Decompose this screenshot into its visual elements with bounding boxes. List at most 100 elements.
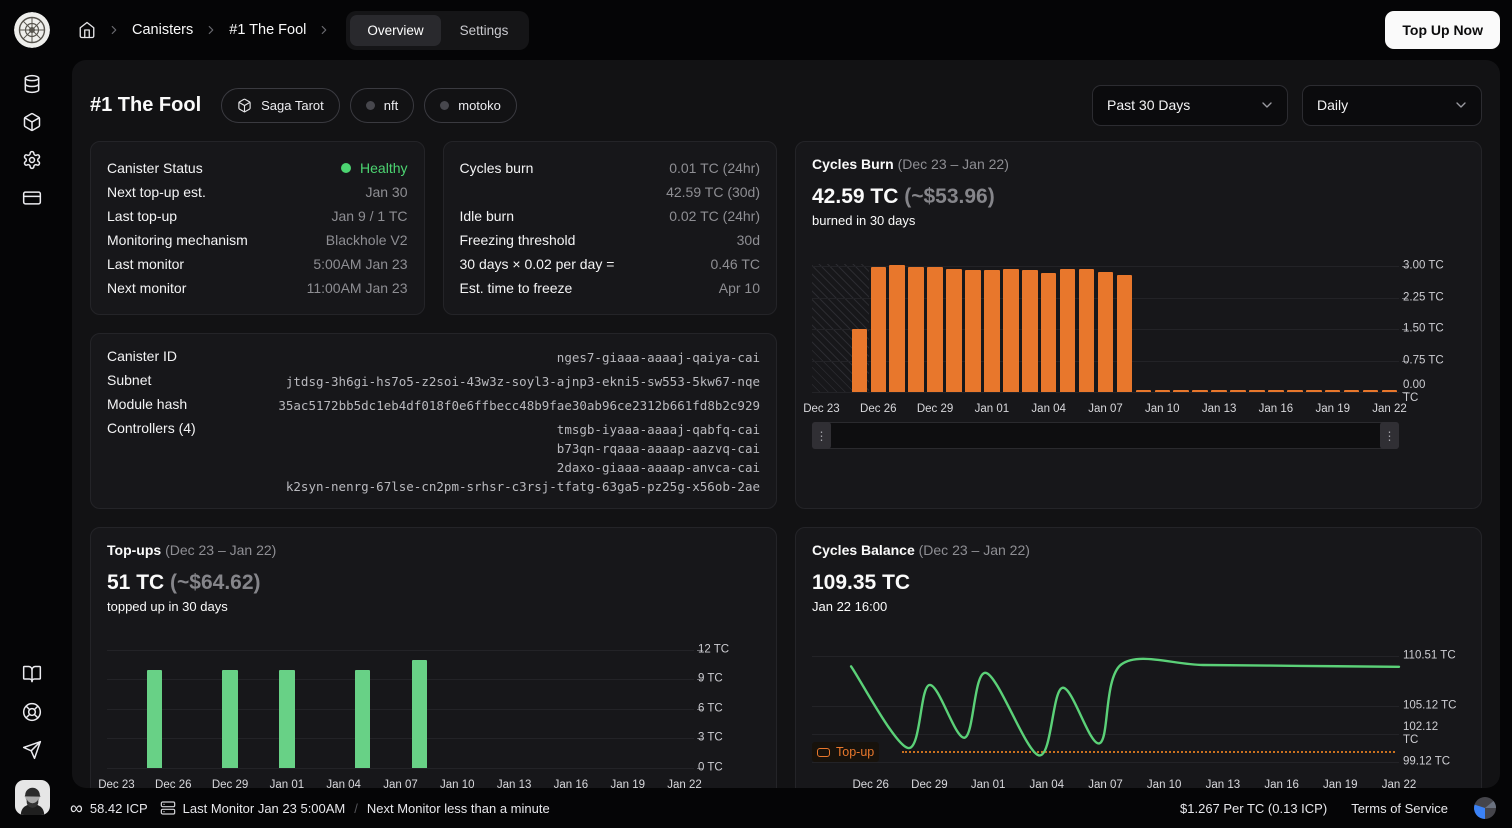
x-axis-label: Dec 23 [803, 403, 839, 415]
monitor-status: Last Monitor Jan 23 5:00AM / Next Monito… [160, 800, 550, 816]
drag-dots-icon: ⋮ [1384, 430, 1396, 442]
tag-badge-motoko[interactable]: motoko [424, 88, 517, 123]
cycles-burn-chart[interactable]: 0.00 TC0.75 TC1.50 TC2.25 TC3.00 TCDec 2… [812, 264, 1465, 414]
x-axis-label: Dec 29 [911, 779, 947, 788]
terms-of-service-link[interactable]: Terms of Service [1351, 801, 1448, 816]
tag-badge-nft[interactable]: nft [350, 88, 414, 123]
info-label: Canister Status [107, 160, 203, 176]
bar [1249, 390, 1265, 392]
top-ups-chart[interactable]: 0 TC3 TC6 TC9 TC12 TCDec 23Dec 26Dec 29J… [107, 644, 760, 788]
chart-zoom-brush[interactable]: ⋮ ⋮ [812, 422, 1399, 449]
time-range-select[interactable]: Past 30 Days [1092, 85, 1288, 126]
info-value: Jan 30 [365, 184, 407, 200]
life-buoy-icon[interactable] [22, 702, 42, 722]
badge-label: Saga Tarot [261, 98, 324, 113]
info-row: Canister IDnges7-giaaa-aaaaj-qaiya-cai [107, 348, 760, 372]
top-ups-chart-card: Top-ups (Dec 23 – Jan 22) 51 TC (~$64.62… [90, 527, 777, 788]
view-tabs: Overview Settings [346, 11, 529, 50]
controller-list: tmsgb-iyaaa-aaaaj-qabfq-caib73qn-rqaaa-a… [286, 420, 760, 496]
user-avatar[interactable] [15, 780, 50, 815]
bar [1192, 390, 1208, 392]
book-open-icon[interactable] [22, 664, 42, 684]
top-bar: Canisters #1 The Fool Overview Settings … [0, 0, 1512, 60]
info-label: Next top-up est. [107, 184, 206, 200]
info-row: Est. time to freezeApr 10 [460, 276, 761, 300]
info-label: Freezing threshold [460, 232, 576, 248]
bar [889, 265, 905, 392]
info-value: 0.46 TC [710, 256, 760, 272]
interval-select[interactable]: Daily [1302, 85, 1482, 126]
controller-id: 2daxo-giaaa-aaaap-anvca-cai [286, 458, 760, 477]
info-label: Subnet [107, 372, 151, 388]
tab-settings[interactable]: Settings [443, 15, 526, 46]
info-label: 30 days × 0.02 per day = [460, 256, 615, 272]
database-icon[interactable] [22, 74, 42, 94]
time-range-value: Past 30 Days [1107, 97, 1190, 113]
info-row: Subnetjtdsg-3h6gi-hs7o5-z2soi-43w3z-soyl… [107, 372, 760, 396]
x-axis-label: Jan 16 [1264, 779, 1299, 788]
breadcrumb-canister-name[interactable]: #1 The Fool [229, 22, 306, 38]
chart-controls: Past 30 Days Daily [1092, 85, 1482, 126]
info-label: Last monitor [107, 256, 184, 272]
info-row: Last monitor5:00AM Jan 23 [107, 252, 408, 276]
x-axis-label: Jan 13 [1202, 403, 1237, 415]
breadcrumb-canisters[interactable]: Canisters [132, 22, 193, 38]
info-row: Monitoring mechanismBlackhole V2 [107, 228, 408, 252]
chevron-down-icon [1453, 97, 1469, 113]
bar [1136, 390, 1152, 392]
chart-title: Cycles Balance (Dec 23 – Jan 22) [812, 542, 1465, 558]
usd-equivalent: (~$64.62) [170, 571, 260, 594]
chart-plot-area: 110.51 TC105.12 TC102.12 TC99.12 TCTop-u… [812, 644, 1399, 768]
icp-balance-value: 58.42 ICP [90, 801, 148, 816]
bar [1098, 272, 1114, 392]
gridline [107, 738, 694, 739]
bar [279, 670, 295, 768]
info-row: Canister StatusHealthy [107, 156, 408, 180]
brush-handle-left[interactable]: ⋮ [812, 422, 831, 449]
x-axis-label: Jan 07 [1088, 779, 1123, 788]
bar [1155, 390, 1171, 392]
credit-card-icon[interactable] [22, 188, 42, 208]
bar [1363, 390, 1379, 392]
info-value: 30d [737, 232, 760, 248]
cube-icon [237, 98, 252, 113]
top-up-now-button[interactable]: Top Up Now [1385, 11, 1500, 49]
canister-status-card: Canister StatusHealthy Next top-up est. Ja… [90, 141, 425, 315]
send-icon[interactable] [22, 740, 42, 760]
x-axis: Dec 23Dec 26Dec 29Jan 01Jan 04Jan 07Jan … [812, 399, 1399, 415]
info-label: Controllers (4) [107, 420, 196, 436]
bar [222, 670, 238, 768]
controller-id: b73qn-rqaaa-aaaap-aazvq-cai [286, 439, 760, 458]
chevron-down-icon [1259, 97, 1275, 113]
globe-icon[interactable] [1472, 795, 1498, 821]
tab-overview[interactable]: Overview [350, 15, 440, 46]
y-axis-label: 3 TC [698, 732, 760, 745]
home-icon[interactable] [78, 21, 96, 39]
y-axis-label: 6 TC [698, 702, 760, 715]
tag-badge-saga-tarot[interactable]: Saga Tarot [221, 88, 340, 123]
gear-icon[interactable] [22, 150, 42, 170]
bar [1211, 390, 1227, 392]
x-axis-label: Jan 01 [975, 403, 1010, 415]
brush-handle-right[interactable]: ⋮ [1380, 422, 1399, 449]
info-label: Monitoring mechanism [107, 232, 248, 248]
app-logo[interactable] [14, 12, 50, 48]
badge-dot-icon [366, 101, 375, 110]
x-axis-label: Jan 13 [1206, 779, 1241, 788]
bar [1117, 275, 1133, 392]
cycles-balance-chart-card: Cycles Balance (Dec 23 – Jan 22) 109.35 … [795, 527, 1482, 788]
tc-price: $1.267 Per TC (0.13 ICP) [1180, 801, 1327, 816]
bar [1230, 390, 1246, 392]
controller-id: k2syn-nenrg-67lse-cn2pm-srhsr-c3rsj-tfat… [286, 477, 760, 496]
x-axis-label: Dec 29 [212, 779, 248, 788]
info-value: 11:00AM Jan 23 [307, 280, 408, 296]
cycles-balance-chart[interactable]: 110.51 TC105.12 TC102.12 TC99.12 TCTop-u… [812, 644, 1465, 788]
gridline [812, 392, 1399, 393]
chevron-right-icon [204, 23, 218, 37]
chevron-right-icon [107, 23, 121, 37]
cube-icon[interactable] [22, 112, 42, 132]
logo-icon [14, 12, 50, 48]
x-axis-label: Dec 29 [917, 403, 953, 415]
bar [965, 270, 981, 392]
y-axis-label: 110.51 TC [1403, 650, 1465, 663]
